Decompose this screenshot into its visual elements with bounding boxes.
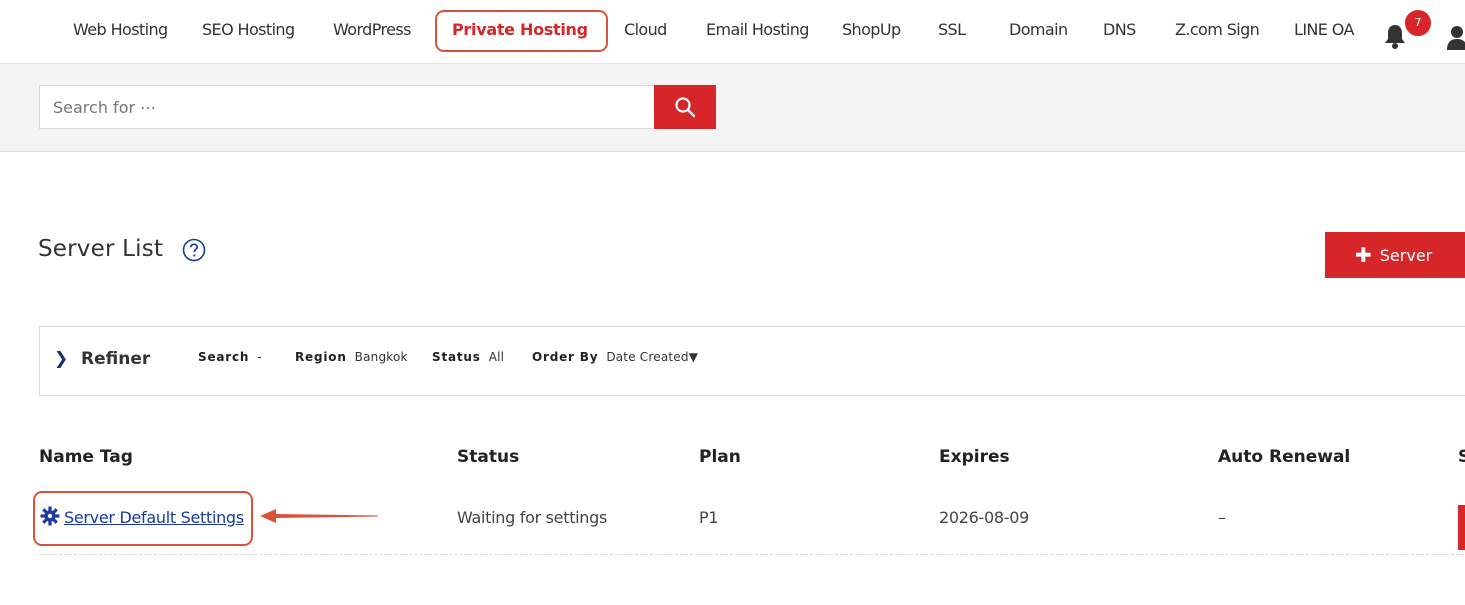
nav-item-domain[interactable]: Domain [1009,0,1068,60]
row-divider [39,554,1465,555]
nav-item-line-oa[interactable]: LINE OA [1294,0,1354,60]
nav-item-email-hosting[interactable]: Email Hosting [706,0,809,60]
nav-item-web-hosting[interactable]: Web Hosting [73,0,168,60]
add-server-button[interactable]: ✚ Server [1325,232,1465,278]
column-header-expires: Expires [939,447,1010,467]
refiner-filter-status: Status All [432,350,505,364]
annotation-highlight-box [435,10,608,52]
column-header-name-tag: Name Tag [39,447,133,467]
nav-item-zcom-sign[interactable]: Z.com Sign [1175,0,1260,60]
search-bar [0,64,1465,152]
nav-item-shopup[interactable]: ShopUp [842,0,901,60]
notification-badge: 7 [1403,8,1433,38]
plus-icon: ✚ [1355,243,1372,267]
row-expires: 2026-08-09 [939,508,1029,527]
row-action-button[interactable] [1458,505,1465,550]
annotation-highlight-box [33,491,253,546]
refiner-panel: ❯ Refiner Search - Region Bangkok Status Al… [39,326,1465,396]
nav-item-seo-hosting[interactable]: SEO Hosting [202,0,295,60]
refiner-filter-search: Search - [198,350,262,364]
search-icon [675,97,696,118]
row-auto-renewal: – [1218,508,1226,527]
column-header-truncated: S [1458,447,1465,467]
help-circle-icon[interactable] [182,238,206,262]
refiner-title[interactable]: Refiner [81,349,150,369]
annotation-arrow-icon [260,509,378,523]
column-header-auto-renewal: Auto Renewal [1218,447,1351,467]
refiner-filter-region: Region Bangkok [295,350,408,364]
column-header-status: Status [457,447,520,467]
nav-item-ssl[interactable]: SSL [938,0,966,60]
add-server-label: Server [1379,246,1433,265]
nav-item-dns[interactable]: DNS [1103,0,1136,60]
refiner-filter-order-by: Order By Date Created▼ [532,350,699,364]
user-icon[interactable] [1447,24,1465,50]
row-status: Waiting for settings [457,508,608,527]
page-title: Server List [38,236,164,262]
nav-item-cloud[interactable]: Cloud [624,0,667,60]
search-input[interactable] [39,85,655,129]
row-plan: P1 [699,508,719,527]
search-button[interactable] [654,85,716,129]
column-header-plan: Plan [699,447,741,467]
chevron-right-icon[interactable]: ❯ [54,349,68,369]
nav-item-wordpress[interactable]: WordPress [333,0,411,60]
top-nav: Web Hosting SEO Hosting WordPress Privat… [0,0,1465,64]
